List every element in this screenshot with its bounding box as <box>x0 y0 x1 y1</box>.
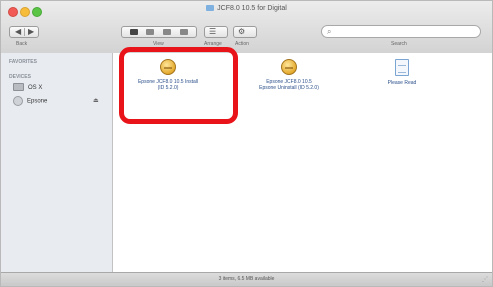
coverflow-view-button[interactable] <box>180 29 188 35</box>
file-item-readme[interactable]: Please Read <box>359 59 445 86</box>
file-name: Please Read <box>387 80 417 86</box>
package-icon <box>281 59 297 75</box>
icon-view-button[interactable] <box>130 29 138 35</box>
hard-disk-icon <box>13 83 24 92</box>
sidebar-header-favorites: FAVORITES <box>9 59 37 65</box>
file-item-uninstaller[interactable]: Epsone JCF8.0 10.5 Epsone Uninstall (ID … <box>246 59 332 91</box>
finder-window: JCF8.0 10.5 for Digital ◀ ▶ Back View ☰ … <box>0 0 493 287</box>
sidebar-item-label: Epsone <box>27 98 48 105</box>
folder-icon <box>206 5 215 12</box>
search-field[interactable]: ⌕ <box>321 25 481 38</box>
forward-button[interactable]: ▶ <box>28 27 34 37</box>
search-caption: Search <box>391 41 407 47</box>
arrange-icon: ☰ <box>209 27 217 36</box>
resize-grip-icon[interactable]: ⋰ <box>482 277 488 283</box>
window-title: JCF8.0 10.5 for Digital <box>1 5 492 12</box>
search-icon: ⌕ <box>327 27 332 36</box>
back-button[interactable]: ◀ <box>15 27 21 37</box>
disk-icon <box>13 96 23 106</box>
back-forward-control[interactable]: ◀ ▶ <box>9 26 39 38</box>
sidebar-item-os-x[interactable]: OS X <box>13 83 42 94</box>
sidebar-item-label: OS X <box>28 85 43 91</box>
status-bar: 3 items, 6.5 MB available ⋰ <box>1 272 492 286</box>
highlight-box <box>119 47 238 124</box>
action-caption: Action <box>235 41 249 47</box>
list-view-button[interactable] <box>146 29 154 35</box>
divider <box>24 28 25 36</box>
status-text: 3 items, 6.5 MB available <box>218 276 275 282</box>
document-icon <box>395 59 409 76</box>
sidebar: FAVORITES DEVICES OS X Epsone ⏏ <box>1 53 113 275</box>
view-mode-control[interactable] <box>121 26 197 38</box>
eject-icon[interactable]: ⏏ <box>93 96 99 107</box>
title-toolbar-bar: JCF8.0 10.5 for Digital ◀ ▶ Back View ☰ … <box>1 1 492 54</box>
file-name: Epsone JCF8.0 10.5 Epsone Uninstall (ID … <box>259 79 319 91</box>
action-button[interactable]: ⚙ <box>233 26 257 38</box>
sidebar-header-devices: DEVICES <box>9 74 31 80</box>
search-input[interactable] <box>336 27 476 36</box>
gear-icon: ⚙ <box>238 27 246 36</box>
column-view-button[interactable] <box>163 29 171 35</box>
nav-caption: Back <box>16 41 28 47</box>
arrange-button[interactable]: ☰ <box>204 26 228 38</box>
